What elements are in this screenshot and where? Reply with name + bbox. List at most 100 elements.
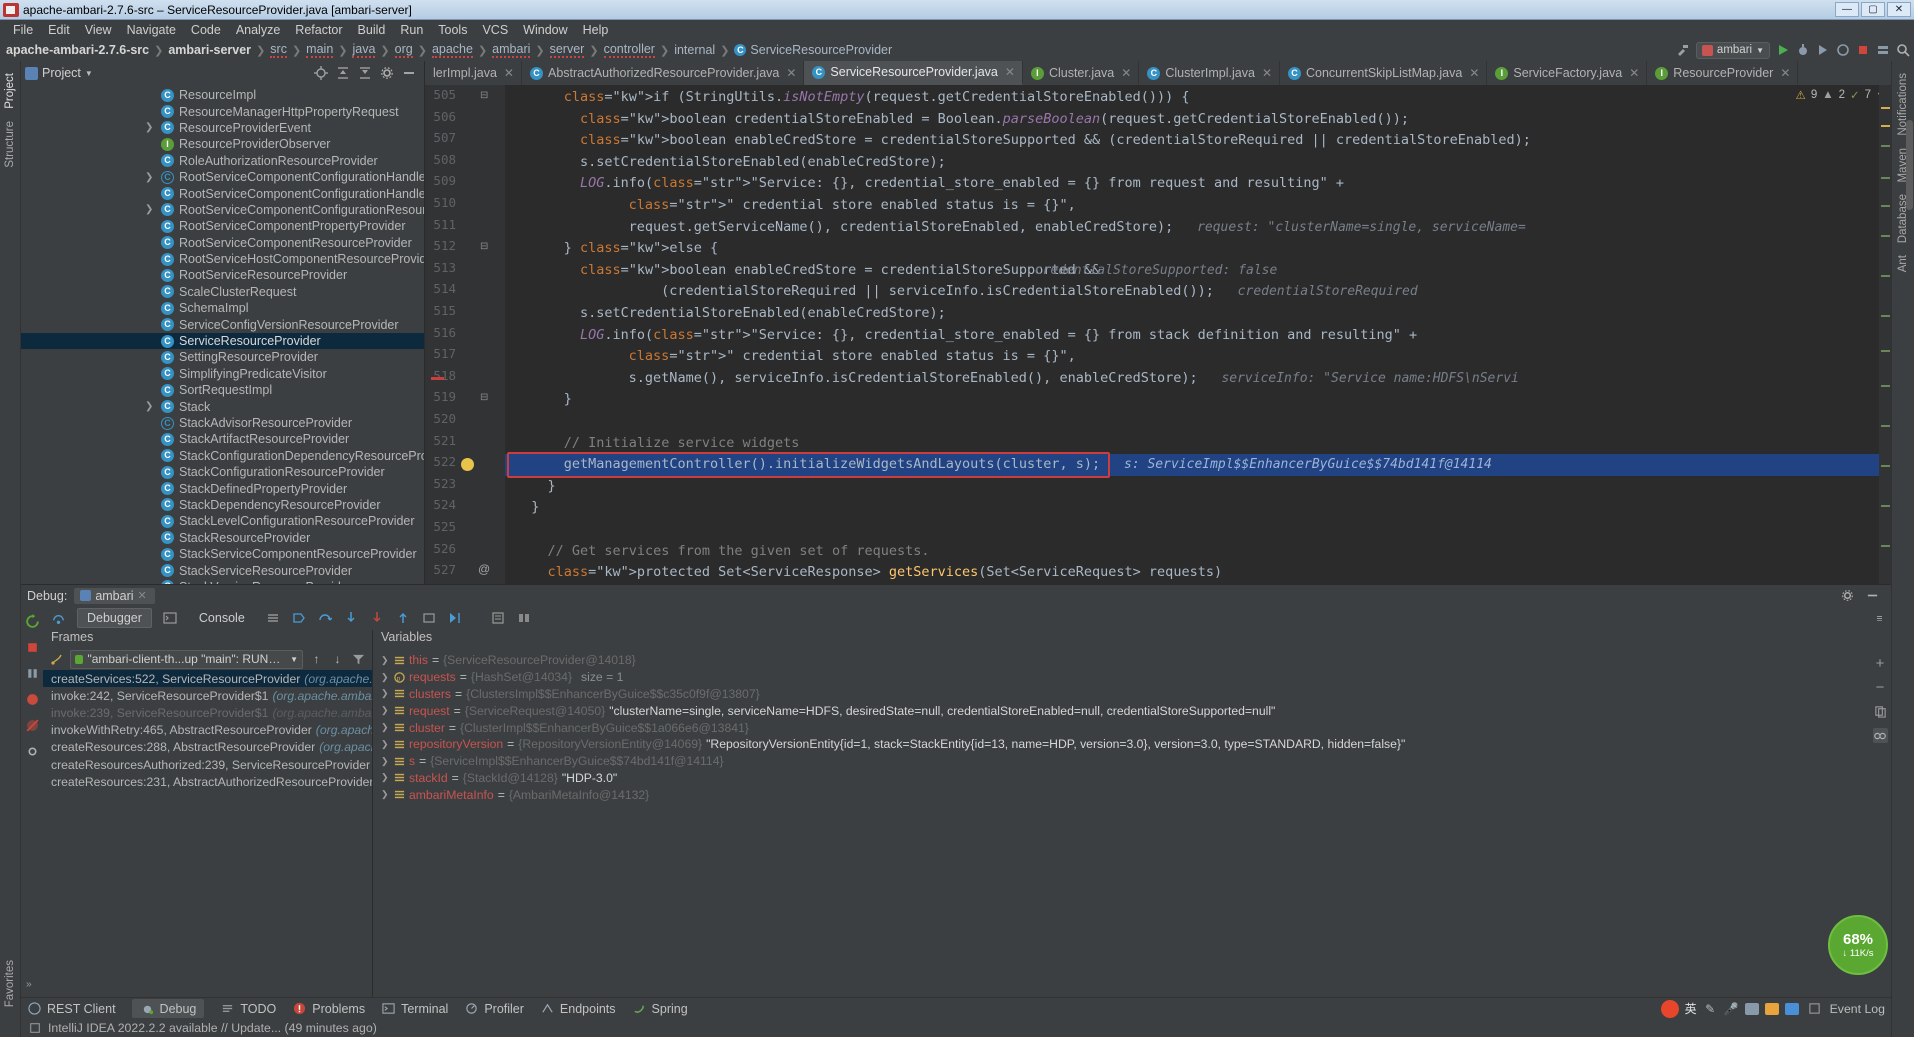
intention-bulb-icon[interactable] — [461, 458, 474, 472]
breadcrumb-item-controller[interactable]: controller — [603, 42, 655, 58]
editor-marker-bar[interactable] — [1879, 85, 1891, 584]
tree-item[interactable]: C StackServiceResourceProvider — [21, 562, 424, 578]
code-line[interactable]: class="str">" credential store enabled s… — [505, 346, 1076, 368]
variable-row[interactable]: ❯ p requests = {HashSet@14034} size = 1 — [373, 669, 1869, 686]
code-line[interactable]: // Initialize service widgets — [505, 433, 800, 455]
frame-row[interactable]: invoke:242, ServiceResourceProvider$1 (or… — [43, 687, 372, 704]
close-icon[interactable]: ✕ — [786, 66, 796, 80]
expand-arrow-icon[interactable]: ❯ — [381, 722, 390, 733]
code-line[interactable]: } — [505, 476, 555, 498]
tree-item[interactable]: ❯ C RootServiceComponentConfigurationResou… — [21, 202, 424, 218]
frame-row[interactable]: createResources:231, AbstractAuthorizedR… — [43, 773, 372, 790]
show-execution-point-icon[interactable] — [292, 611, 307, 626]
editor-tab[interactable]: C AbstractAuthorizedResourceProvider.java… — [521, 61, 805, 85]
pause-resume-icon[interactable] — [25, 666, 40, 681]
sidebar-tab-ant[interactable]: Ant — [1895, 249, 1911, 278]
tree-item[interactable]: C RoleAuthorizationResourceProvider — [21, 153, 424, 169]
expand-arrow-icon[interactable]: ❯ — [381, 705, 390, 716]
expand-arrow-icon[interactable]: ❯ — [381, 655, 390, 666]
tree-item[interactable]: C SettingResourceProvider — [21, 349, 424, 365]
tab-debugger[interactable]: Debugger — [77, 608, 152, 628]
menu-tools[interactable]: Tools — [431, 22, 474, 38]
code-line[interactable]: class="str">" credential store enabled s… — [505, 195, 1076, 217]
tree-item[interactable]: C StackVersionResourceProvider — [21, 579, 424, 584]
settings-gear-icon[interactable] — [1840, 588, 1855, 603]
code-line[interactable]: LOG.info(class="str">"Service: {}, crede… — [505, 173, 1344, 195]
rerun-icon[interactable] — [25, 614, 40, 629]
code-line[interactable]: s.setCredentialStoreEnabled(enableCredSt… — [505, 303, 946, 325]
code-line[interactable]: } — [505, 389, 572, 411]
tree-item[interactable]: C StackLevelConfigurationResourceProvider — [21, 513, 424, 529]
editor-viewport[interactable]: 505 ⊟ 506 507 508 509 510 511 512 ⊟ 513 514 515 516 51… — [425, 85, 1891, 584]
status-tab-todo[interactable]: TODO — [220, 1001, 276, 1016]
editor-tab[interactable]: I Cluster.java ✕ — [1022, 61, 1140, 85]
tree-item[interactable]: C SortRequestImpl — [21, 382, 424, 398]
tree-item[interactable]: C ServiceResourceProvider — [21, 332, 424, 350]
expand-arrow-icon[interactable]: ❯ — [145, 172, 153, 183]
filter-icon[interactable] — [351, 652, 366, 667]
status-tab-endpoints[interactable]: Endpoints — [540, 1001, 616, 1016]
tree-item[interactable]: C RootServiceResourceProvider — [21, 267, 424, 283]
menu-edit[interactable]: Edit — [41, 22, 77, 38]
code-line[interactable]: s.setCredentialStoreEnabled(enableCredSt… — [505, 152, 946, 174]
code-fold-icon[interactable]: ⊟ — [480, 90, 488, 101]
editor-tab[interactable]: C ConcurrentSkipListMap.java ✕ — [1280, 61, 1488, 85]
settings-icon[interactable] — [25, 744, 40, 759]
event-log-label[interactable]: Event Log — [1830, 1002, 1885, 1016]
panel-icon[interactable] — [1784, 1002, 1799, 1015]
hide-panel-icon[interactable] — [401, 66, 416, 81]
variable-row[interactable]: ❯ repositoryVersion = {RepositoryVersionEnt… — [373, 736, 1869, 753]
expand-more-icon[interactable]: » — [25, 976, 40, 991]
tree-item[interactable]: C StackResourceProvider — [21, 530, 424, 546]
build-hammer-icon[interactable] — [1676, 43, 1691, 58]
tree-item[interactable]: ❯ C ResourceProviderEvent — [21, 120, 424, 136]
editor-code[interactable]: class="kw">if (StringUtils.isNotEmpty(re… — [505, 85, 1879, 584]
status-tab-debug[interactable]: Debug — [131, 999, 205, 1018]
code-line[interactable]: request.getServiceName(), credentialStor… — [505, 217, 1174, 239]
editor-gutter[interactable]: 505 ⊟ 506 507 508 509 510 511 512 ⊟ 513 514 515 516 51… — [425, 85, 505, 584]
stop-icon[interactable] — [25, 640, 40, 655]
annotation-gutter-icon[interactable]: @ — [478, 562, 490, 576]
code-line[interactable]: class="kw">protected Set<ServiceResponse… — [505, 562, 1222, 584]
sidebar-tab-favorites[interactable]: Favorites — [2, 954, 18, 1013]
profiler-attach-icon[interactable] — [1835, 43, 1850, 58]
editor-tab[interactable]: lerImpl.java ✕ — [425, 61, 522, 85]
variable-row[interactable]: ❯ this = {ServiceResourceProvider@14018} — [373, 652, 1869, 669]
editor-tab[interactable]: C ClusterImpl.java ✕ — [1139, 61, 1280, 85]
move-up-icon[interactable]: ↑ — [309, 652, 324, 667]
status-tab-spring[interactable]: Spring — [632, 1001, 688, 1016]
sogou-icon[interactable] — [1660, 999, 1679, 1018]
tree-item[interactable]: C StackConfigurationDependencyResourcePro… — [21, 448, 424, 464]
run-icon[interactable] — [1775, 43, 1790, 58]
expand-arrow-icon[interactable]: ❯ — [145, 122, 153, 133]
move-down-icon[interactable]: ↓ — [330, 652, 345, 667]
breakpoint-marker[interactable] — [431, 376, 444, 380]
status-message[interactable]: IntelliJ IDEA 2022.2.2 available // Upda… — [48, 1021, 377, 1035]
status-tab-rest-client[interactable]: REST Client — [27, 1001, 116, 1016]
expand-arrow-icon[interactable]: ❯ — [381, 739, 390, 750]
chevron-down-icon[interactable]: ▼ — [85, 69, 93, 78]
menu-analyze[interactable]: Analyze — [229, 22, 287, 38]
sidebar-tab-database[interactable]: Database — [1895, 188, 1911, 249]
variable-row[interactable]: ❯ ambariMetaInfo = {AmbariMetaInfo@14132} — [373, 786, 1869, 803]
expand-arrow-icon[interactable]: ❯ — [145, 401, 153, 412]
code-line[interactable]: } class="kw">else { — [505, 238, 718, 260]
remove-watch-icon[interactable]: − — [1873, 679, 1888, 696]
layout-settings-button[interactable] — [517, 611, 532, 626]
variable-row[interactable]: ❯ clusters = {ClustersImpl$$EnhancerByGuice… — [373, 686, 1869, 703]
tree-item[interactable]: C StackAdvisorResourceProvider — [21, 415, 424, 431]
status-tab-problems[interactable]: Problems — [292, 1001, 365, 1016]
code-fold-icon[interactable]: ⊟ — [480, 392, 488, 403]
locate-icon[interactable] — [313, 66, 328, 81]
code-line[interactable]: s.getName(), serviceInfo.isCredentialSto… — [505, 368, 1198, 390]
code-line[interactable]: class="kw">boolean credentialStoreEnable… — [505, 109, 1409, 131]
thread-dump-icon[interactable] — [49, 652, 64, 667]
breadcrumb-item-main[interactable]: main — [306, 42, 334, 58]
tab-console[interactable]: Console — [189, 608, 255, 628]
sidebar-tab-notifications[interactable]: Notifications — [1895, 67, 1911, 142]
menu-navigate[interactable]: Navigate — [120, 22, 183, 38]
expand-arrow-icon[interactable]: ❯ — [381, 789, 390, 800]
window-controls[interactable]: — ▢ ✕ — [1835, 2, 1914, 17]
step-over-icon[interactable] — [51, 611, 66, 626]
run-with-coverage-icon[interactable] — [1815, 43, 1830, 58]
